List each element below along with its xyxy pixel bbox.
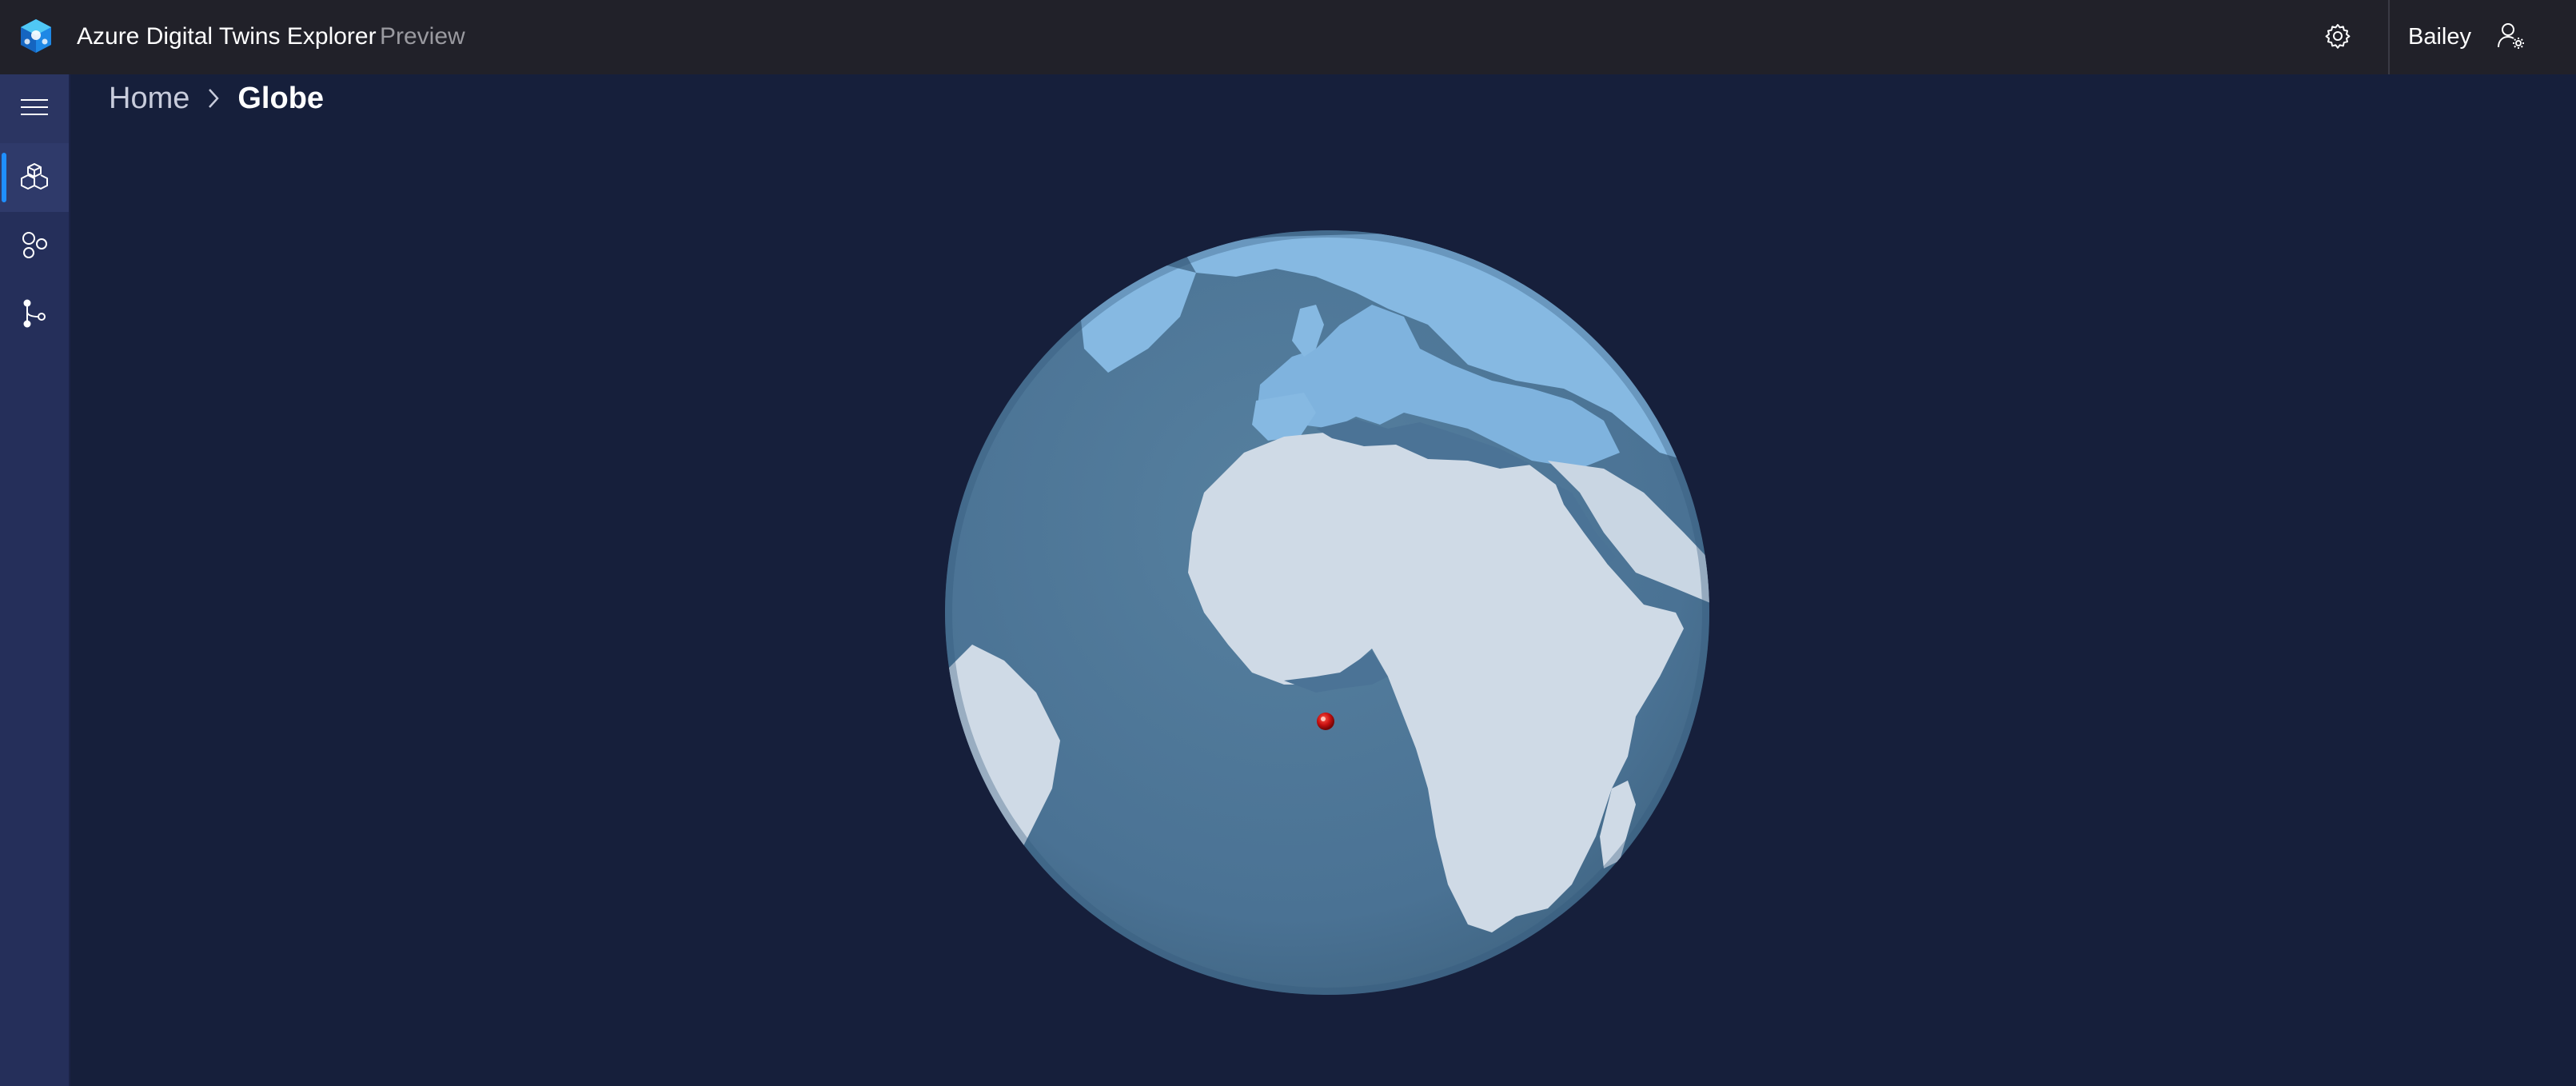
left-navigation <box>0 74 70 1086</box>
nav-item-graph[interactable] <box>0 281 69 349</box>
topbar-divider <box>2388 0 2390 74</box>
model-nodes-icon <box>20 230 49 263</box>
user-name[interactable]: Bailey <box>2408 21 2471 53</box>
user-settings-icon <box>2496 21 2526 55</box>
nav-menu-button[interactable] <box>0 74 69 143</box>
account-settings-button[interactable] <box>2491 18 2531 58</box>
azure-digital-twins-logo-icon <box>18 18 54 54</box>
settings-button[interactable] <box>2319 18 2357 57</box>
breadcrumb-current: Globe <box>237 81 325 115</box>
app-title: Azure Digital Twins Explorer <box>77 23 377 50</box>
chevron-right-icon <box>199 78 228 118</box>
cube-cluster-icon <box>20 162 49 194</box>
breadcrumb-home[interactable]: Home <box>109 82 189 116</box>
gear-icon <box>2324 22 2351 54</box>
globe-view[interactable] <box>940 229 1714 996</box>
nav-item-models[interactable] <box>0 212 69 281</box>
nav-item-twins[interactable] <box>0 143 69 212</box>
hamburger-icon <box>21 98 48 121</box>
location-pin-icon[interactable] <box>1317 713 1334 730</box>
branch-graph-icon <box>20 299 49 332</box>
top-bar: Azure Digital Twins Explorer Preview Bai… <box>0 0 2576 74</box>
preview-tag: Preview <box>380 23 465 50</box>
breadcrumb: Home Globe <box>109 78 324 118</box>
